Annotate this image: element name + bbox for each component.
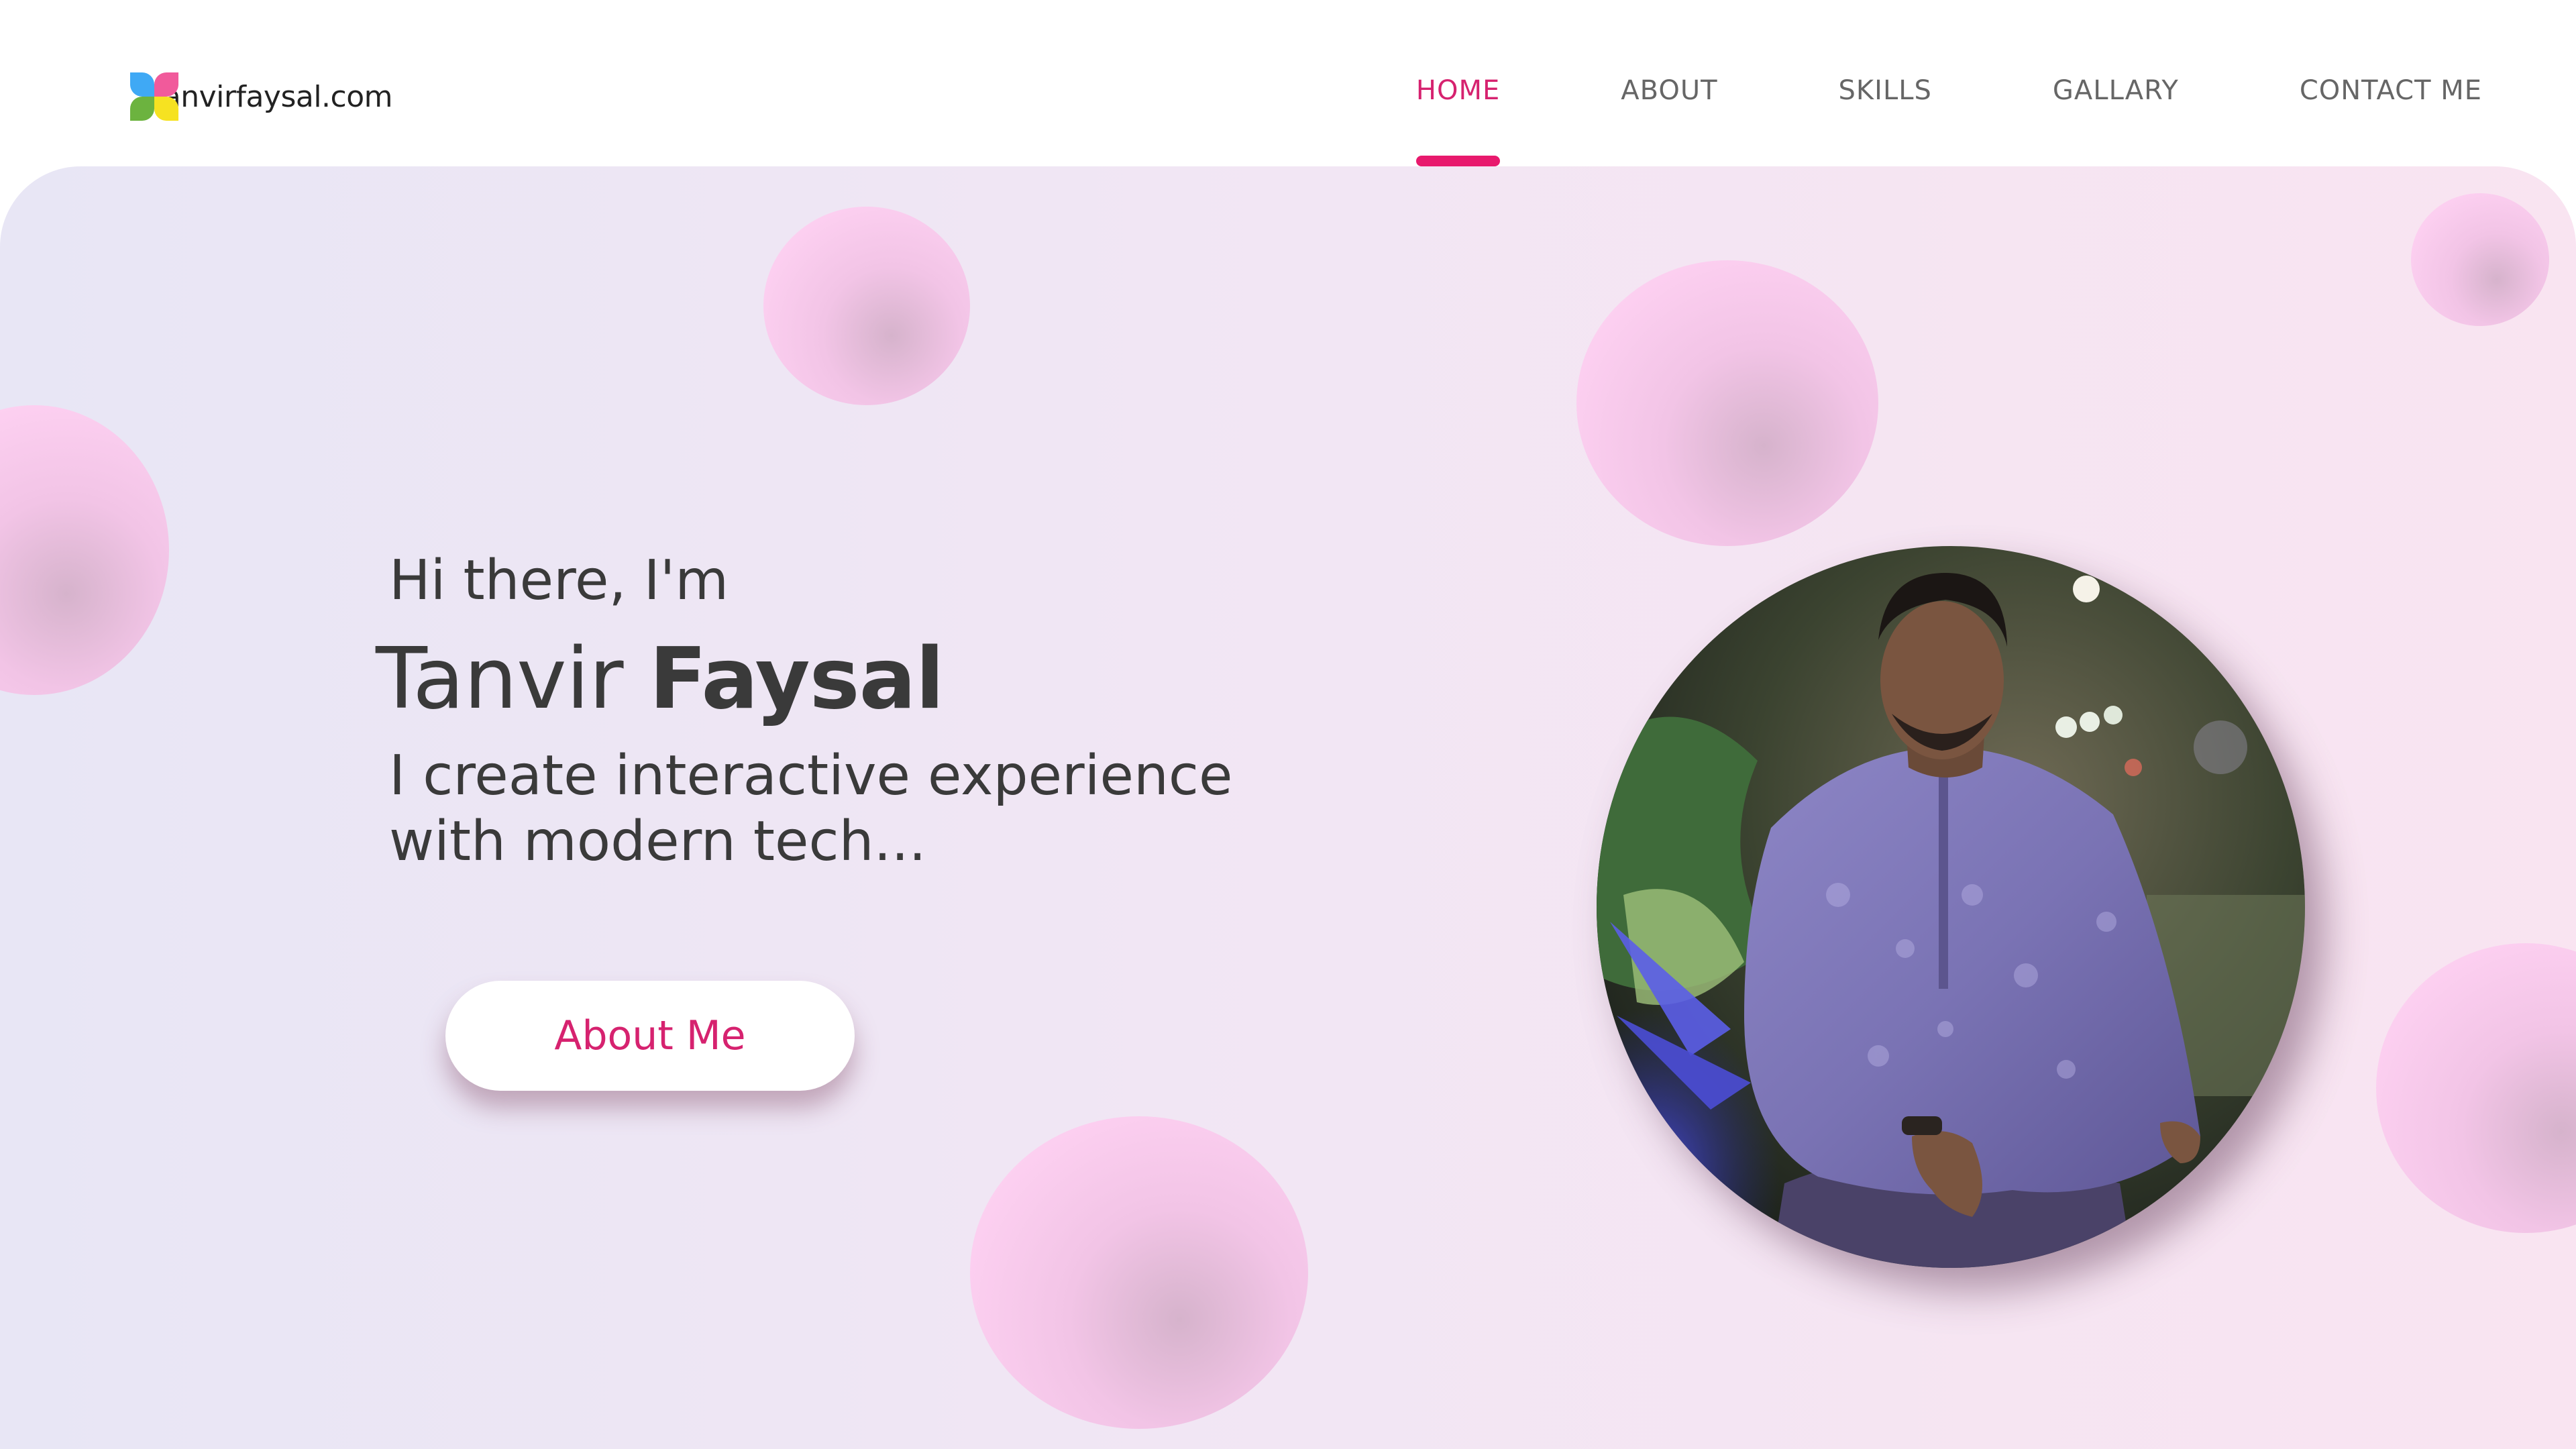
nav-item-label: CONTACT ME (2299, 75, 2482, 106)
hero-name: Tanvir Faysal (376, 629, 945, 728)
nav-item-label: HOME (1415, 75, 1501, 106)
about-me-button[interactable]: About Me (445, 981, 855, 1091)
nav-item-contact-me[interactable]: CONTACT ME (2300, 75, 2482, 106)
nav-item-skills[interactable]: SKILLS (1839, 75, 1932, 106)
active-nav-underline (1415, 156, 1501, 166)
nav-item-label: SKILLS (1838, 75, 1932, 106)
tagline-line: I create interactive experience (389, 744, 1233, 808)
hero-section: Hi there, I'm Tanvir Faysal I create int… (0, 166, 2576, 1449)
nav-item-home[interactable]: HOME (1415, 75, 1501, 166)
decorative-bubble (2411, 193, 2549, 326)
decorative-bubble (763, 207, 970, 405)
nav-item-label: GALLARY (2052, 75, 2179, 106)
leaf-logo-icon (127, 70, 181, 123)
hero-first-name: Tanvir (376, 629, 624, 728)
nav-item-about[interactable]: ABOUT (1621, 75, 1717, 106)
nav-item-label: ABOUT (1621, 75, 1718, 106)
portrait-photo (1597, 546, 2305, 1268)
decorative-bubble (0, 405, 169, 695)
main-nav: HOME ABOUT SKILLS GALLARY CONTACT ME (1415, 75, 2482, 166)
decorative-bubble (2376, 943, 2576, 1233)
hero-greeting: Hi there, I'm (389, 549, 729, 612)
hero-last-name: Faysal (649, 629, 945, 728)
nav-item-gallary[interactable]: GALLARY (2053, 75, 2179, 106)
decorative-bubble (1576, 260, 1878, 546)
site-header: tanvirfaysal.com HOME ABOUT SKILLS GALLA… (0, 0, 2576, 168)
hero-tagline: I create interactive experience with mod… (389, 743, 1328, 875)
site-logo[interactable]: tanvirfaysal.com (127, 70, 393, 123)
decorative-bubble (970, 1116, 1308, 1429)
tagline-line: with modern tech... (389, 810, 926, 873)
logo-text: tanvirfaysal.com (152, 79, 393, 114)
